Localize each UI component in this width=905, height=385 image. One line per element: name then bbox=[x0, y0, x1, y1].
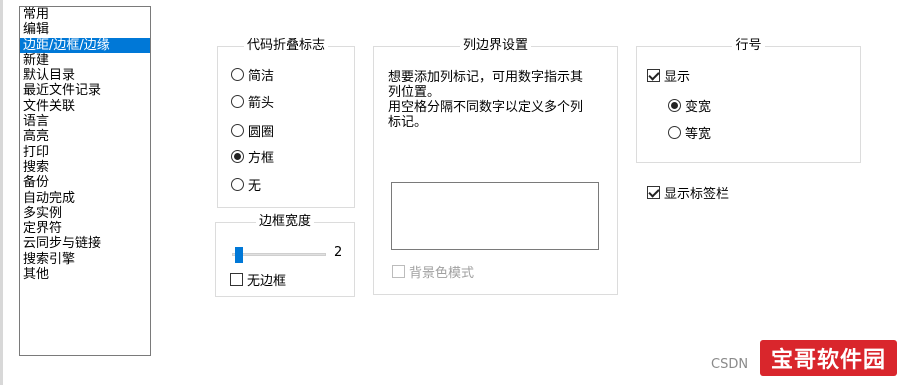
category-item[interactable]: 默认目录 bbox=[20, 68, 150, 83]
show-line-number-checkbox[interactable]: 显示 bbox=[647, 66, 691, 85]
fold-marker-option[interactable]: 无 bbox=[231, 175, 262, 194]
category-item[interactable]: 边距/边框/边缘 bbox=[20, 37, 150, 53]
hint-line: 想要添加列标记，可用数字指示其 bbox=[388, 70, 584, 85]
hint-line: 标记。 bbox=[388, 115, 428, 130]
category-item[interactable]: 编辑 bbox=[20, 22, 150, 37]
no-border-label: 无边框 bbox=[247, 273, 287, 289]
border-width-title: 边框宽度 bbox=[255, 214, 314, 229]
column-edge-input[interactable] bbox=[391, 182, 599, 250]
category-item[interactable]: 搜索 bbox=[20, 160, 150, 175]
border-width-slider-track[interactable] bbox=[232, 253, 326, 256]
fold-marker-option-label: 无 bbox=[248, 178, 262, 194]
category-item[interactable]: 搜索引擎 bbox=[20, 252, 150, 267]
radio-button-icon[interactable] bbox=[231, 123, 244, 137]
category-item[interactable]: 常用 bbox=[20, 7, 150, 22]
column-edge-group: 列边界设置 想要添加列标记，可用数字指示其 列位置。 用空格分隔不同数字以定义多… bbox=[373, 38, 618, 295]
show-tab-bar-label: 显示标签栏 bbox=[664, 186, 730, 202]
border-width-value: 2 bbox=[334, 245, 343, 260]
csdn-watermark: CSDN bbox=[711, 357, 749, 372]
radio-button-icon[interactable] bbox=[668, 125, 681, 139]
fold-marker-option-label: 简洁 bbox=[248, 68, 275, 84]
category-item[interactable]: 多实例 bbox=[20, 206, 150, 221]
bg-color-mode-check-box bbox=[392, 264, 405, 278]
radio-button-icon[interactable] bbox=[231, 67, 244, 81]
fold-marker-title: 代码折叠标志 bbox=[243, 38, 328, 53]
category-item[interactable]: 语言 bbox=[20, 114, 150, 129]
radio-button-icon[interactable] bbox=[231, 94, 244, 108]
category-item[interactable]: 其他 bbox=[20, 267, 150, 282]
fold-marker-option[interactable]: 箭头 bbox=[231, 92, 275, 111]
category-item[interactable]: 备份 bbox=[20, 175, 150, 190]
category-item[interactable]: 云同步与链接 bbox=[20, 236, 150, 251]
hint-line: 列位置。 bbox=[388, 85, 441, 100]
hint-line: 用空格分隔不同数字以定义多个列 bbox=[388, 100, 584, 115]
show-tab-bar-checkbox[interactable]: 显示标签栏 bbox=[647, 183, 730, 202]
category-item[interactable]: 高亮 bbox=[20, 129, 150, 144]
bg-color-mode-label: 背景色模式 bbox=[409, 265, 475, 281]
radio-button-icon[interactable] bbox=[231, 149, 244, 163]
border-width-slider-thumb[interactable] bbox=[235, 247, 243, 263]
border-width-group: 边框宽度 2 无边框 bbox=[215, 214, 355, 297]
show-line-number-check-box[interactable] bbox=[647, 68, 660, 82]
line-number-width-option[interactable]: 等宽 bbox=[668, 123, 712, 142]
line-number-width-label: 变宽 bbox=[685, 99, 712, 115]
fold-marker-option[interactable]: 圆圈 bbox=[231, 121, 275, 140]
column-edge-title: 列边界设置 bbox=[459, 38, 531, 53]
line-number-title: 行号 bbox=[732, 38, 765, 53]
bg-color-mode-checkbox: 背景色模式 bbox=[392, 262, 475, 281]
show-tab-bar-check-box[interactable] bbox=[647, 185, 660, 199]
line-number-width-option[interactable]: 变宽 bbox=[668, 96, 712, 115]
radio-button-icon[interactable] bbox=[668, 98, 681, 112]
line-number-group: 行号 显示 变宽等宽 bbox=[636, 38, 861, 163]
column-edge-hint: 想要添加列标记，可用数字指示其 列位置。 用空格分隔不同数字以定义多个列 标记。 bbox=[388, 70, 608, 130]
fold-marker-option-label: 箭头 bbox=[248, 95, 275, 111]
category-item[interactable]: 文件关联 bbox=[20, 99, 150, 114]
category-item[interactable]: 自动完成 bbox=[20, 191, 150, 206]
fold-marker-option[interactable]: 方框 bbox=[231, 147, 275, 166]
fold-marker-option-label: 圆圈 bbox=[248, 124, 275, 140]
no-border-checkbox[interactable]: 无边框 bbox=[230, 270, 287, 289]
line-number-width-label: 等宽 bbox=[685, 126, 712, 142]
show-line-number-label: 显示 bbox=[664, 69, 691, 85]
category-item[interactable]: 最近文件记录 bbox=[20, 83, 150, 98]
site-logo-watermark: 宝哥软件园 bbox=[760, 340, 897, 376]
category-item[interactable]: 打印 bbox=[20, 145, 150, 160]
window-edge bbox=[0, 0, 3, 385]
category-item[interactable]: 新建 bbox=[20, 53, 150, 68]
category-item[interactable]: 定界符 bbox=[20, 221, 150, 236]
category-list[interactable]: 常用 编辑 边距/边框/边缘 新建 默认目录 最近文件记录 文件关联 语言 高亮 打印 搜索 备份 自动… bbox=[19, 6, 151, 356]
fold-marker-option-label: 方框 bbox=[248, 150, 275, 166]
radio-button-icon[interactable] bbox=[231, 177, 244, 191]
no-border-check-box[interactable] bbox=[230, 272, 243, 286]
fold-marker-option[interactable]: 简洁 bbox=[231, 65, 275, 84]
fold-marker-group: 代码折叠标志 简洁箭头圆圈方框无 bbox=[217, 38, 355, 208]
